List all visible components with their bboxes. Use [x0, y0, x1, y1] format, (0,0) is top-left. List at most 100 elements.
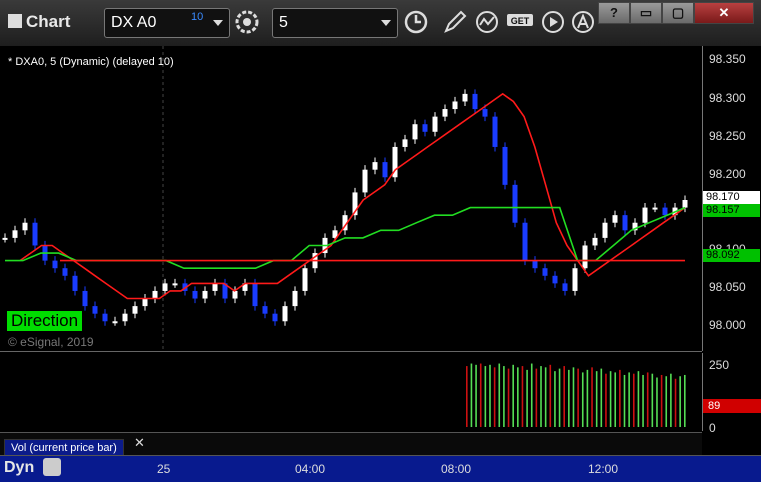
volume-bar — [489, 364, 491, 427]
stop-price-tag: 98.092 — [703, 249, 760, 262]
volume-axis: 250 0 — [702, 353, 761, 435]
volume-bar — [568, 369, 570, 427]
symbol-delay-badge: 10 — [191, 11, 204, 23]
price-bar — [32, 222, 38, 246]
price-bar — [72, 275, 78, 291]
symbol-value: DX A0 — [111, 14, 157, 31]
chevron-down-icon[interactable] — [213, 20, 223, 26]
maximize-button[interactable]: ▢ — [662, 2, 694, 24]
time-tick: 12:00 — [588, 462, 619, 476]
price-bar — [402, 139, 408, 147]
clock-icon[interactable] — [403, 9, 429, 35]
price-bar — [542, 268, 548, 276]
indicator-icon[interactable] — [474, 9, 500, 35]
volume-bar — [651, 373, 654, 427]
price-bar — [112, 321, 118, 324]
volume-bar — [591, 367, 593, 427]
time-tick: 25 — [157, 462, 171, 476]
price-pane[interactable]: * DXA0, 5 (Dynamic) (delayed 10) Directi… — [0, 46, 702, 352]
alert-icon[interactable] — [570, 9, 596, 35]
volume-bar — [665, 376, 668, 427]
price-bar — [502, 146, 508, 185]
volume-bar — [475, 364, 477, 427]
price-bar — [212, 283, 218, 291]
volume-bar — [554, 371, 556, 427]
settings-icon[interactable] — [234, 9, 260, 35]
interval-value: 5 — [279, 14, 288, 31]
toolbar: Chart DX A0 10 5 GET ? ▭ ▢ ✕ — [0, 0, 761, 47]
get-icon[interactable]: GET — [506, 9, 536, 35]
price-bar — [442, 109, 448, 117]
volume-pane[interactable] — [0, 353, 702, 431]
price-bar — [202, 290, 208, 299]
interval-input[interactable]: 5 — [272, 8, 398, 38]
volume-tag: 89 — [703, 399, 761, 413]
restore-button[interactable]: ▭ — [630, 2, 662, 24]
price-bar — [152, 290, 158, 299]
price-bar — [602, 222, 608, 238]
price-bar — [582, 245, 588, 269]
volume-bar — [642, 374, 644, 427]
chevron-down-icon[interactable] — [381, 20, 391, 26]
price-bar — [82, 290, 88, 307]
price-bar — [262, 306, 268, 314]
symbol-input[interactable]: DX A0 10 — [104, 8, 230, 38]
price-bar — [282, 306, 288, 322]
price-bar — [482, 109, 488, 117]
play-icon[interactable] — [540, 9, 566, 35]
price-bar — [512, 184, 518, 223]
volume-bar — [521, 366, 524, 427]
price-bar — [452, 101, 458, 110]
volume-bar — [679, 376, 681, 427]
price-bar — [232, 290, 238, 299]
chart-info: * DXA0, 5 (Dynamic) (delayed 10) — [8, 56, 174, 68]
volume-bar — [484, 366, 487, 427]
close-button[interactable]: ✕ — [694, 2, 754, 24]
price-bar — [132, 306, 138, 314]
volume-bar — [540, 366, 542, 427]
svg-text:GET: GET — [511, 16, 530, 26]
y-tick: 98.250 — [709, 129, 746, 143]
price-chart[interactable] — [0, 46, 702, 351]
price-bar — [162, 283, 168, 291]
price-bar — [92, 306, 98, 314]
volume-bar — [595, 371, 598, 427]
volume-bar — [507, 368, 510, 427]
vol-tick: 250 — [709, 358, 730, 372]
volume-bar — [637, 371, 640, 427]
volume-bar — [684, 374, 686, 427]
price-bar — [642, 207, 648, 223]
price-bar — [22, 222, 28, 231]
dynamic-label[interactable]: Dyn — [4, 459, 34, 477]
price-bar — [492, 116, 498, 147]
volume-bar — [609, 371, 612, 427]
window-title: Chart — [8, 12, 70, 32]
volume-bar — [493, 367, 496, 427]
study-label-bar: Vol (current price bar) ✕ — [0, 432, 702, 458]
volume-bar — [526, 369, 528, 427]
price-bar — [422, 124, 428, 132]
lock-icon[interactable] — [43, 458, 61, 476]
volume-bar — [479, 363, 482, 427]
time-tick: 08:00 — [441, 462, 472, 476]
volume-bar — [632, 373, 635, 427]
price-bar — [252, 283, 258, 307]
time-axis[interactable]: Dyn 25 04:00 08:00 12:00 — [0, 455, 761, 482]
volume-bar — [614, 372, 617, 427]
vol-tick: 0 — [709, 421, 716, 435]
price-bar — [412, 124, 418, 140]
volume-bar — [572, 367, 575, 427]
price-bar — [292, 290, 298, 307]
price-bar — [682, 200, 688, 208]
volume-bar — [466, 366, 468, 427]
price-bar — [572, 268, 578, 291]
price-bar — [622, 215, 628, 231]
price-bar — [192, 290, 198, 299]
volume-bar — [558, 368, 561, 427]
help-button[interactable]: ? — [598, 2, 630, 24]
last-price-tag: 98.170 — [703, 191, 760, 204]
pencil-icon[interactable] — [442, 9, 468, 35]
price-bar — [272, 313, 278, 322]
close-icon[interactable]: ✕ — [134, 435, 145, 451]
price-bar — [552, 275, 558, 284]
